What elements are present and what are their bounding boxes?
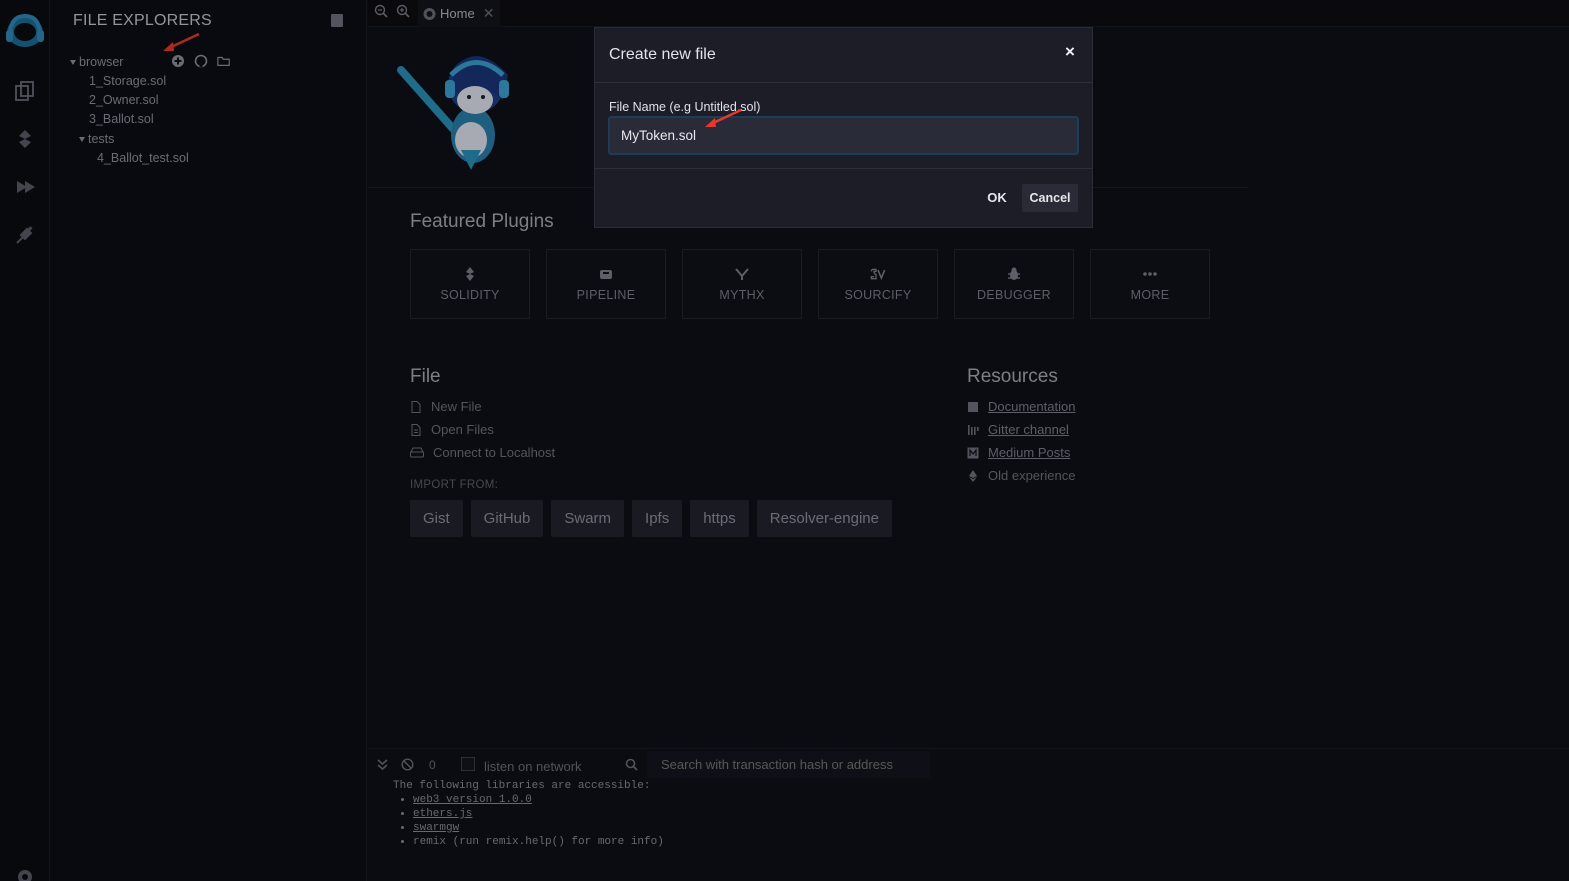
modal-divider <box>595 168 1092 169</box>
modal-title: Create new file <box>609 46 716 63</box>
modal-divider <box>595 82 1092 83</box>
file-name-input[interactable] <box>608 116 1079 155</box>
cancel-button[interactable]: Cancel <box>1022 184 1078 212</box>
annotation-arrow-icon <box>705 108 742 127</box>
create-file-modal: Create new file × File Name (e.g Untitle… <box>594 27 1093 228</box>
ok-button[interactable]: OK <box>984 184 1010 210</box>
close-icon[interactable]: × <box>1065 42 1075 62</box>
